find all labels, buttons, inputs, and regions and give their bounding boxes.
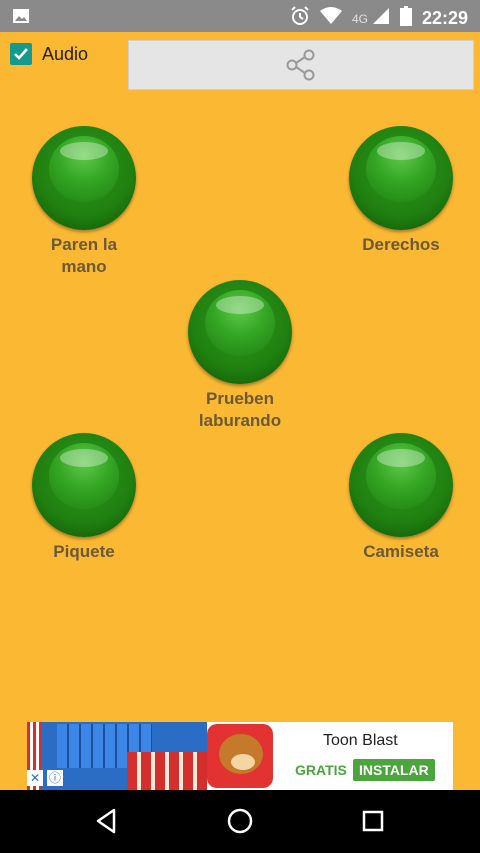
sound-label: Camiseta [363,542,439,561]
sound-label: Paren la mano [50,235,118,276]
alarm-icon [290,6,310,31]
wifi-icon [319,7,342,30]
green-sound-button[interactable] [32,126,136,230]
sound-derechos[interactable]: Derechos [331,126,471,256]
home-button[interactable] [225,806,255,836]
audio-label: Audio [42,43,89,64]
back-button[interactable] [92,806,122,836]
green-sound-button[interactable] [188,280,292,384]
sound-camiseta[interactable]: Camiseta [331,433,471,563]
home-icon [227,808,253,834]
share-button[interactable] [128,40,474,90]
battery-icon [399,6,412,31]
image-notification-icon [12,8,30,24]
share-icon [286,49,315,81]
sound-label: Prueben laburando [198,389,282,430]
ad-app-icon [207,724,273,788]
navigation-bar [0,790,480,853]
ad-close-icon[interactable]: ✕ [27,770,43,786]
audio-checkbox[interactable] [10,43,32,65]
network-type: 4G [351,11,368,26]
green-sound-button[interactable] [32,433,136,537]
signal-icon [372,7,390,30]
audio-toggle[interactable]: Audio [10,43,88,65]
checkmark-icon [14,48,28,60]
status-bar: 4G 22:29 [0,0,480,32]
green-sound-button[interactable] [349,433,453,537]
back-icon [96,808,116,834]
recents-button[interactable] [358,806,388,836]
sound-prueben-laburando[interactable]: Prueben laburando [170,280,310,432]
recents-icon [362,810,384,832]
sound-paren-la-mano[interactable]: Paren la mano [14,126,154,278]
ad-info-icon[interactable]: ⓘ [47,770,63,786]
green-sound-button[interactable] [349,126,453,230]
sound-label: Derechos [362,235,440,254]
ad-title: Toon Blast [323,732,398,749]
ad-banner[interactable]: Toon Blast GRATIS INSTALAR ✕ ⓘ [27,722,453,790]
clock: 22:29 [421,8,468,28]
sound-label: Piquete [53,542,115,561]
sound-piquete[interactable]: Piquete [14,433,154,563]
ad-free-label: GRATIS [295,762,347,778]
ad-install-button[interactable]: INSTALAR [353,759,435,781]
